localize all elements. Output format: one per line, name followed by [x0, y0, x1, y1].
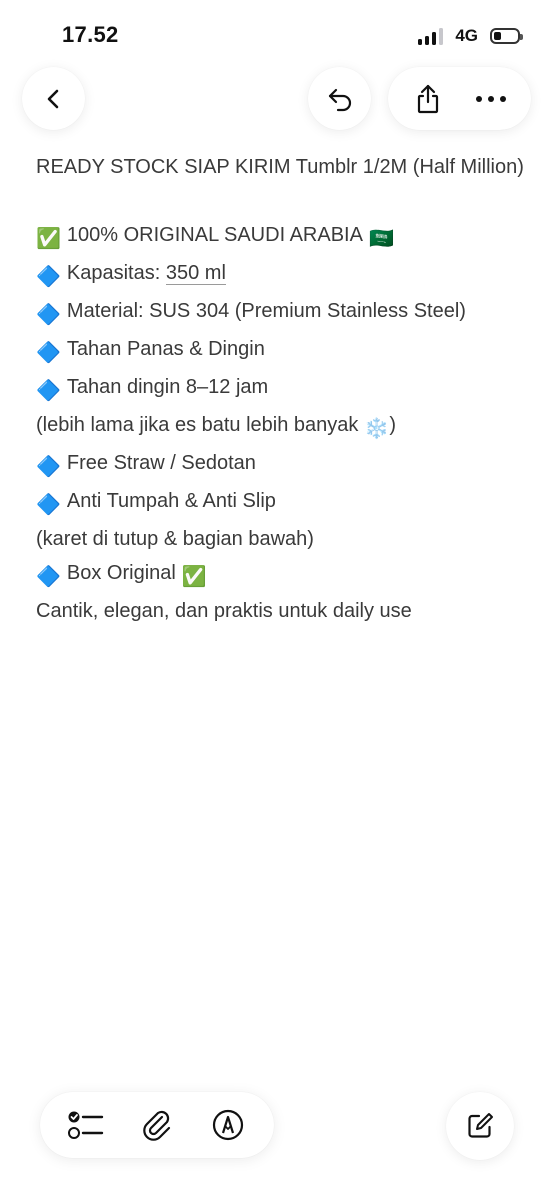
note-line: 🔷 Free Straw / Sedotan	[36, 446, 526, 484]
paperclip-icon	[143, 1110, 171, 1141]
attachment-button[interactable]	[132, 1100, 182, 1150]
undo-button[interactable]	[308, 67, 371, 130]
back-button[interactable]	[22, 67, 85, 130]
note-actions-group	[388, 67, 531, 130]
note-line: 🔷 Anti Tumpah & Anti Slip	[36, 484, 526, 522]
note-line: 🔷 Kapasitas: 350 ml	[36, 256, 526, 294]
blue-diamond-icon: 🔷	[36, 380, 61, 402]
note-line: (lebih lama jika es batu lebih banyak ❄️)	[36, 408, 526, 446]
note-line: 🔷 Material: SUS 304 (Premium Stainless St…	[36, 294, 526, 332]
blue-diamond-icon: 🔷	[36, 494, 61, 516]
markup-button[interactable]	[203, 1100, 253, 1150]
note-line: 🔷 Tahan Panas & Dingin	[36, 332, 526, 370]
bottom-toolbar	[40, 1092, 274, 1158]
note-line: 🔷 Tahan dingin 8–12 jam	[36, 370, 526, 408]
note-line: Cantik, elegan, dan praktis untuk daily …	[36, 600, 412, 622]
checklist-button[interactable]	[61, 1100, 111, 1150]
share-button[interactable]	[403, 74, 453, 124]
check-mark-icon: ✅	[181, 566, 207, 588]
chevron-left-icon	[47, 89, 58, 108]
checklist-icon	[67, 1111, 103, 1139]
battery-icon	[490, 28, 523, 44]
more-button[interactable]	[466, 74, 516, 124]
blue-diamond-icon: 🔷	[36, 456, 61, 478]
note-body[interactable]: READY STOCK SIAP KIRIM Tumblr 1/2M (Half…	[36, 150, 526, 628]
saudi-flag-icon: 🇸🇦	[368, 228, 394, 250]
status-time: 17.52	[62, 22, 119, 47]
status-indicators: 4G	[418, 26, 523, 46]
blue-diamond-icon: 🔷	[36, 266, 61, 288]
check-mark-icon: ✅	[36, 228, 61, 250]
undo-icon	[328, 88, 351, 111]
network-type: 4G	[455, 26, 478, 45]
blue-diamond-icon: 🔷	[36, 304, 61, 326]
markup-pen-icon	[213, 1109, 244, 1141]
new-note-button[interactable]	[446, 1092, 514, 1160]
more-icon	[476, 95, 507, 102]
detected-measurement-link[interactable]: 350 ml	[165, 262, 226, 285]
blue-diamond-icon: 🔷	[36, 566, 61, 588]
note-title: READY STOCK SIAP KIRIM Tumblr 1/2M (Half…	[36, 156, 524, 178]
note-line: (karet di tutup & bagian bawah)	[36, 528, 314, 550]
blue-diamond-icon: 🔷	[36, 342, 61, 364]
compose-icon	[468, 1113, 493, 1138]
cellular-signal-icon	[418, 27, 444, 45]
note-line: 🔷 Box Original ✅	[36, 556, 526, 594]
snowflake-icon: ❄️	[364, 418, 390, 440]
note-line: ✅ 100% ORIGINAL SAUDI ARABIA 🇸🇦	[36, 218, 526, 256]
share-icon	[417, 84, 438, 113]
